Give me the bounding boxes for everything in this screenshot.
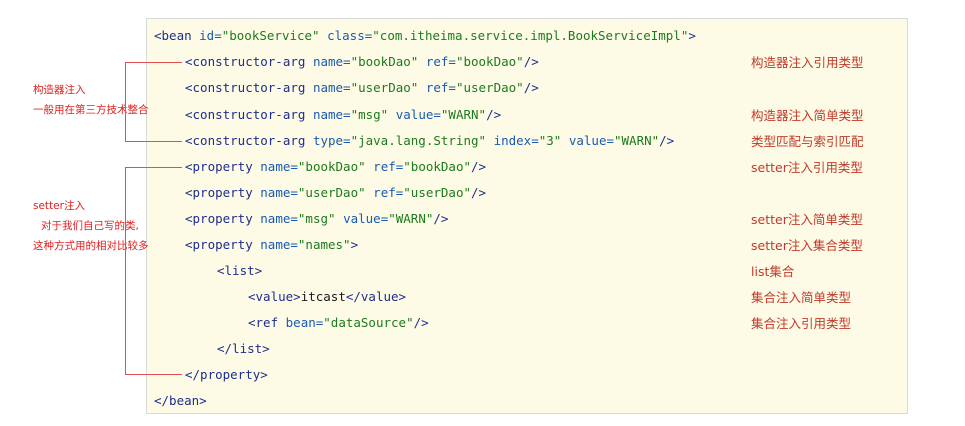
- ctor-bracket-top: [125, 62, 182, 63]
- code-tag: </property>: [185, 367, 268, 382]
- code-tag: </value>: [345, 289, 407, 304]
- note-setter-simple: setter注入简单类型: [751, 212, 863, 227]
- code-line-ref-datasource: <ref bean="dataSource"/>: [248, 314, 429, 332]
- code-attribute: index=: [486, 133, 539, 148]
- code-line-ctor-bookdao: <constructor-arg name="bookDao" ref="boo…: [185, 53, 539, 71]
- code-tag: </bean>: [154, 393, 207, 408]
- code-line-ctor-type: <constructor-arg type="java.lang.String"…: [185, 132, 674, 150]
- code-attribute: bean=: [285, 315, 324, 330]
- code-value: "userDao": [350, 80, 419, 95]
- code-value: "userDao": [403, 185, 472, 200]
- code-tag: <bean: [154, 28, 200, 43]
- code-line-ctor-userdao: <constructor-arg name="userDao" ref="use…: [185, 79, 539, 97]
- code-value: "WARN": [388, 211, 434, 226]
- code-tag: <constructor-arg: [185, 80, 313, 95]
- code-text: itcast: [300, 289, 346, 304]
- code-value: "msg": [350, 107, 389, 122]
- code-attribute: type=: [312, 133, 351, 148]
- code-value: "bookDao": [403, 159, 472, 174]
- code-tag: />: [471, 185, 487, 200]
- code-tag: <list>: [217, 263, 263, 278]
- note-collection-ref: 集合注入引用类型: [751, 316, 852, 331]
- setter-bracket-bottom: [125, 374, 182, 375]
- code-attribute: name=: [260, 159, 298, 174]
- code-value: "userDao": [297, 185, 366, 200]
- code-value: "names": [297, 237, 351, 252]
- code-line-value-itcast: <value>itcast</value>: [248, 288, 406, 306]
- code-line-prop-bookdao: <property name="bookDao" ref="bookDao"/>: [185, 158, 486, 176]
- code-attribute: class=: [319, 28, 373, 43]
- code-value: "3": [538, 133, 562, 148]
- code-tag: />: [433, 211, 449, 226]
- note-ctor-simple: 构造器注入简单类型: [751, 108, 864, 123]
- code-attribute: name=: [312, 80, 351, 95]
- code-attribute: value=: [388, 107, 441, 122]
- code-value: "com.itheima.service.impl.BookServiceImp…: [372, 28, 689, 43]
- code-line-bean-close: </bean>: [154, 392, 207, 410]
- ctor-bracket-bottom: [125, 141, 182, 142]
- code-attribute: id=: [199, 28, 222, 43]
- code-line-list-close: </list>: [217, 340, 270, 358]
- note-setter-collection: setter注入集合类型: [751, 238, 863, 253]
- left-note-setter-title: setter注入: [33, 200, 85, 212]
- code-tag: <property: [185, 237, 261, 252]
- code-attribute: ref=: [418, 54, 456, 69]
- code-attribute: value=: [335, 211, 389, 226]
- setter-bracket-top: [125, 167, 182, 168]
- code-value: "bookDao": [455, 54, 524, 69]
- code-value: "bookDao": [350, 54, 419, 69]
- code-value: "java.lang.String": [350, 133, 487, 148]
- code-line-prop-userdao: <property name="userDao" ref="userDao"/>: [185, 184, 486, 202]
- code-tag: >: [350, 237, 359, 252]
- code-value: "msg": [297, 211, 336, 226]
- code-value: "bookService": [221, 28, 320, 43]
- note-list-collection: list集合: [751, 264, 795, 279]
- setter-bracket-vertical: [125, 167, 126, 375]
- code-line-ctor-msg: <constructor-arg name="msg" value="WARN"…: [185, 106, 501, 124]
- code-tag: <property: [185, 185, 261, 200]
- left-note-ctor-title: 构造器注入: [33, 84, 86, 96]
- code-attribute: ref=: [418, 80, 456, 95]
- code-attribute: name=: [312, 107, 351, 122]
- code-attribute: name=: [260, 211, 298, 226]
- ctor-bracket-vertical: [125, 62, 126, 142]
- note-setter-ref: setter注入引用类型: [751, 160, 863, 175]
- code-tag: />: [523, 54, 539, 69]
- code-tag: <value>: [248, 289, 301, 304]
- code-attribute: name=: [312, 54, 351, 69]
- code-tag: <property: [185, 159, 261, 174]
- code-value: "dataSource": [323, 315, 414, 330]
- code-tag: <constructor-arg: [185, 133, 313, 148]
- code-attribute: ref=: [365, 159, 404, 174]
- left-note-setter-desc2: 这种方式用的相对比较多: [33, 240, 149, 252]
- code-attribute: ref=: [365, 185, 404, 200]
- code-value: "WARN": [614, 133, 660, 148]
- code-value: "WARN": [440, 107, 487, 122]
- code-tag: <property: [185, 211, 261, 226]
- note-collection-simple: 集合注入简单类型: [751, 290, 852, 305]
- code-line-property-close: </property>: [185, 366, 268, 384]
- code-tag: />: [486, 107, 502, 122]
- code-value: "userDao": [455, 80, 524, 95]
- code-tag: />: [413, 315, 429, 330]
- code-line-bean-open: <bean id="bookService" class="com.itheim…: [154, 27, 696, 45]
- code-tag: <constructor-arg: [185, 107, 313, 122]
- note-type-index: 类型匹配与索引匹配: [751, 134, 864, 149]
- code-value: "bookDao": [297, 159, 366, 174]
- code-tag: />: [659, 133, 675, 148]
- code-attribute: name=: [260, 185, 298, 200]
- code-attribute: name=: [260, 237, 298, 252]
- left-note-ctor-desc: 一般用在第三方技术整合: [33, 104, 149, 116]
- note-ctor-ref: 构造器注入引用类型: [751, 55, 864, 70]
- code-tag: />: [523, 80, 539, 95]
- code-tag: <ref: [248, 315, 286, 330]
- code-line-list-open: <list>: [217, 262, 262, 280]
- code-tag: </list>: [217, 341, 270, 356]
- code-tag: <constructor-arg: [185, 54, 313, 69]
- code-line-prop-names: <property name="names">: [185, 236, 358, 254]
- code-line-prop-msg: <property name="msg" value="WARN"/>: [185, 210, 448, 228]
- code-attribute: value=: [561, 133, 614, 148]
- code-tag: />: [471, 159, 487, 174]
- code-tag: >: [688, 28, 696, 43]
